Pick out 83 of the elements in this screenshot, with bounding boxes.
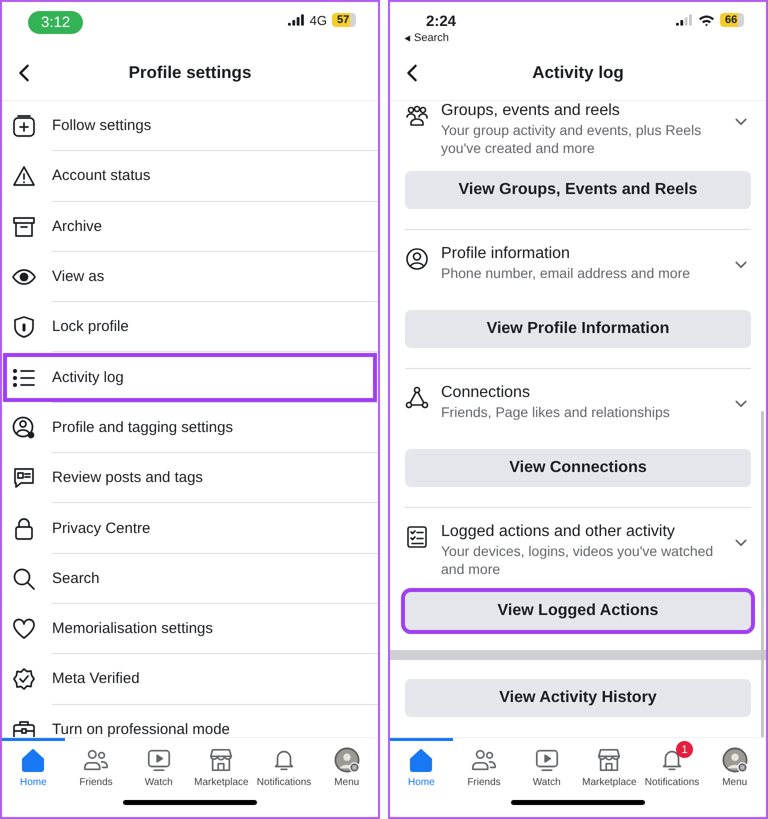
person-circle-icon <box>405 247 429 271</box>
video-icon <box>534 747 560 773</box>
settings-item[interactable]: Profile and tagging settings <box>2 402 378 454</box>
settings-item[interactable]: Privacy Centre <box>2 503 378 554</box>
shield-icon <box>12 315 36 340</box>
section-header[interactable]: Groups, events and reels Your group activity and events, plus Reels you've created and more <box>405 101 751 157</box>
friends-icon <box>471 747 497 773</box>
section-header[interactable]: Connections Friends, Page likes and relationships <box>405 369 751 435</box>
section-title: Logged actions and other activity <box>441 522 676 542</box>
warning-icon <box>12 164 36 188</box>
section-header[interactable]: Profile information Phone number, email address and more <box>405 230 751 296</box>
nav-tab[interactable]: Friends <box>452 738 516 796</box>
search-icon <box>12 566 36 591</box>
wifi-icon <box>698 14 715 26</box>
section-description: Your devices, logins, videos you've watched and more <box>441 542 714 578</box>
nav-tab[interactable]: Menu <box>315 738 378 796</box>
nav-tab[interactable]: Watch <box>515 738 578 796</box>
nav-tab[interactable]: Notifications <box>252 738 316 796</box>
plus-box-icon <box>12 114 36 138</box>
nav-tab[interactable]: Home <box>2 738 65 796</box>
status-time: 2:24 <box>425 12 456 30</box>
signal-icon <box>288 14 305 26</box>
check-badge-icon <box>12 667 36 692</box>
settings-item[interactable]: Search <box>2 554 378 604</box>
heart-icon <box>12 617 36 642</box>
friends-icon <box>83 747 109 773</box>
section-title: Connections <box>441 383 531 403</box>
settings-item[interactable]: Review posts and tags <box>2 453 378 504</box>
section-title: Groups, events and reels <box>441 101 621 121</box>
settings-item[interactable]: View as <box>2 252 378 302</box>
nav-tab[interactable]: Marketplace <box>578 738 641 796</box>
home-icon <box>408 747 434 773</box>
settings-item[interactable]: Account status <box>2 151 378 202</box>
chevron-icon[interactable] <box>735 118 747 126</box>
back-icon[interactable] <box>406 64 418 82</box>
speech-bubble-icon <box>12 466 36 490</box>
avatar-icon <box>722 747 748 773</box>
chevron-icon[interactable] <box>735 261 747 269</box>
signal-icon <box>676 14 693 26</box>
view-history-button[interactable]: View Activity History <box>405 679 751 717</box>
settings-item[interactable]: Activity log <box>2 352 378 403</box>
section-description: Your group activity and events, plus Reels you've created and more <box>441 121 702 157</box>
view-button[interactable]: View Logged Actions <box>405 592 751 630</box>
store-icon <box>208 747 234 773</box>
back-icon[interactable] <box>18 64 30 82</box>
archive-icon <box>12 214 36 239</box>
nav-tab[interactable]: Home <box>390 738 453 796</box>
settings-item[interactable]: Lock profile <box>2 302 378 352</box>
view-button[interactable]: View Profile Information <box>405 310 751 348</box>
connections-icon <box>405 386 429 410</box>
store-icon <box>596 747 622 773</box>
view-button[interactable]: View Connections <box>405 449 751 487</box>
padlock-icon <box>12 516 36 541</box>
home-icon <box>20 747 46 773</box>
nav-tab[interactable]: Watch <box>127 738 190 796</box>
nav-tab[interactable]: 1 Notifications <box>640 738 704 796</box>
back-triangle-icon <box>404 34 411 42</box>
settings-item[interactable]: Meta Verified <box>2 654 378 705</box>
section-header[interactable]: Logged actions and other activity Your devices, logins, videos you've watched and more <box>405 508 751 578</box>
people-group-icon <box>405 104 429 128</box>
nav-tab[interactable]: Marketplace <box>190 738 253 796</box>
section-description: Friends, Page likes and relationships <box>441 403 671 421</box>
screen-title: Profile settings <box>128 63 252 83</box>
video-icon <box>146 747 172 773</box>
view-button[interactable]: View Groups, Events and Reels <box>405 171 751 209</box>
settings-item[interactable]: Archive <box>2 202 378 252</box>
notification-badge: 1 <box>676 741 694 758</box>
avatar-icon <box>334 747 360 773</box>
screen-title: Activity log <box>532 63 624 83</box>
checklist-icon <box>405 525 429 549</box>
status-time: 3:12 <box>28 11 84 34</box>
chevron-icon[interactable] <box>735 400 747 408</box>
battery-indicator: 66 <box>720 13 744 27</box>
section-title: Profile information <box>441 244 571 264</box>
back-to-app-link[interactable]: Search <box>404 32 449 44</box>
section-description: Phone number, email address and more <box>441 264 692 282</box>
nav-tab[interactable]: Menu <box>703 738 766 796</box>
settings-item[interactable]: Follow settings <box>2 101 378 152</box>
settings-item[interactable]: Memorialisation settings <box>2 604 378 654</box>
nav-tab[interactable]: Friends <box>64 738 128 796</box>
battery-indicator: 57 <box>332 13 356 27</box>
network-type: 4G <box>310 12 327 28</box>
chevron-icon[interactable] <box>735 539 747 547</box>
